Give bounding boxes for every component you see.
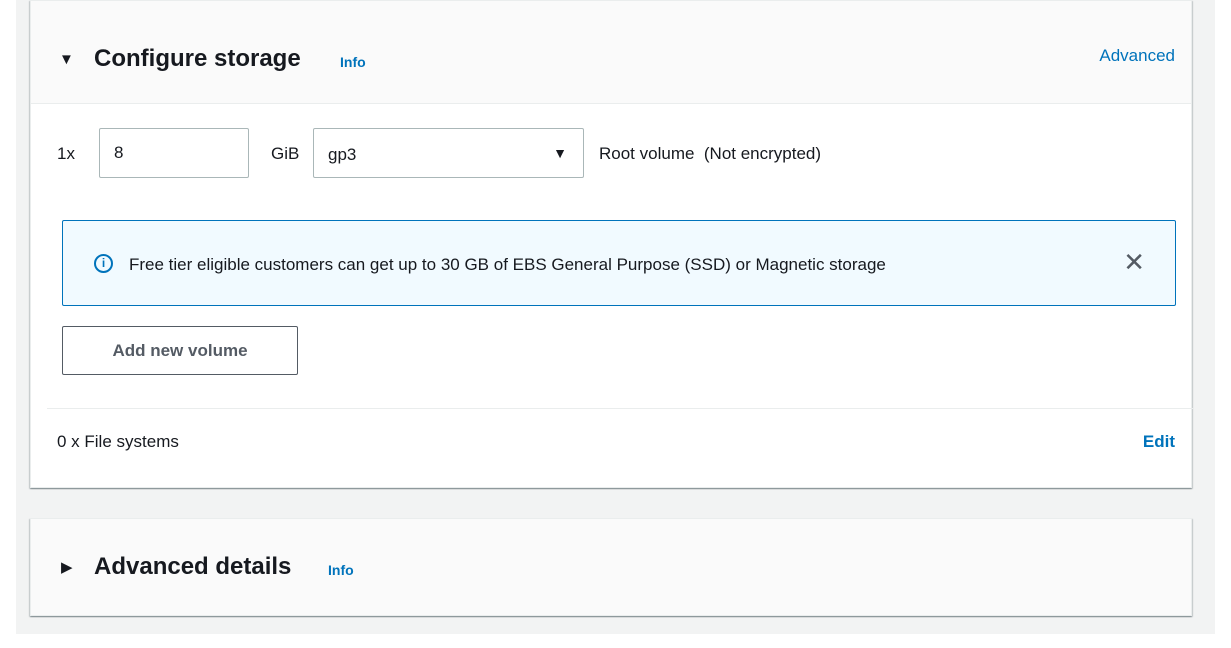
caret-right-icon[interactable]: ▶ — [61, 560, 73, 575]
info-circle-icon: i — [94, 254, 113, 273]
advanced-details-title[interactable]: Advanced details — [94, 555, 291, 579]
select-caret-down-icon: ▼ — [553, 145, 567, 161]
root-volume-description: Root volume (Not encrypted) — [599, 144, 822, 163]
advanced-details-panel[interactable]: ▶ Advanced details Info — [30, 518, 1192, 616]
close-icon[interactable]: ✕ — [1123, 249, 1145, 275]
configure-storage-title[interactable]: Configure storage — [94, 47, 301, 71]
free-tier-alert-text: Free tier eligible customers can get up … — [129, 255, 886, 274]
configure-storage-header[interactable]: ▼ Configure storage Info Advanced — [31, 1, 1191, 104]
configure-storage-panel: ▼ Configure storage Info Advanced 1x GiB… — [30, 0, 1193, 488]
advanced-details-info-link[interactable]: Info — [328, 563, 354, 577]
file-systems-count: 0 x File systems — [57, 432, 179, 451]
divider — [47, 408, 1193, 409]
edit-file-systems-link[interactable]: Edit — [1143, 433, 1175, 450]
caret-down-icon[interactable]: ▼ — [59, 52, 74, 67]
volume-count-label: 1x — [57, 144, 75, 163]
volume-size-input[interactable] — [99, 128, 249, 178]
free-tier-alert: i Free tier eligible customers can get u… — [62, 220, 1176, 306]
configure-storage-info-link[interactable]: Info — [340, 55, 366, 69]
volume-type-select[interactable]: gp3 ▼ — [313, 128, 584, 178]
volume-type-value: gp3 — [328, 145, 357, 164]
add-new-volume-button[interactable]: Add new volume — [62, 326, 298, 375]
advanced-link[interactable]: Advanced — [1099, 47, 1175, 64]
root-volume-row: 1x GiB gp3 ▼ Root volume (Not encrypted) — [31, 128, 1191, 178]
volume-unit-label: GiB — [271, 144, 300, 163]
